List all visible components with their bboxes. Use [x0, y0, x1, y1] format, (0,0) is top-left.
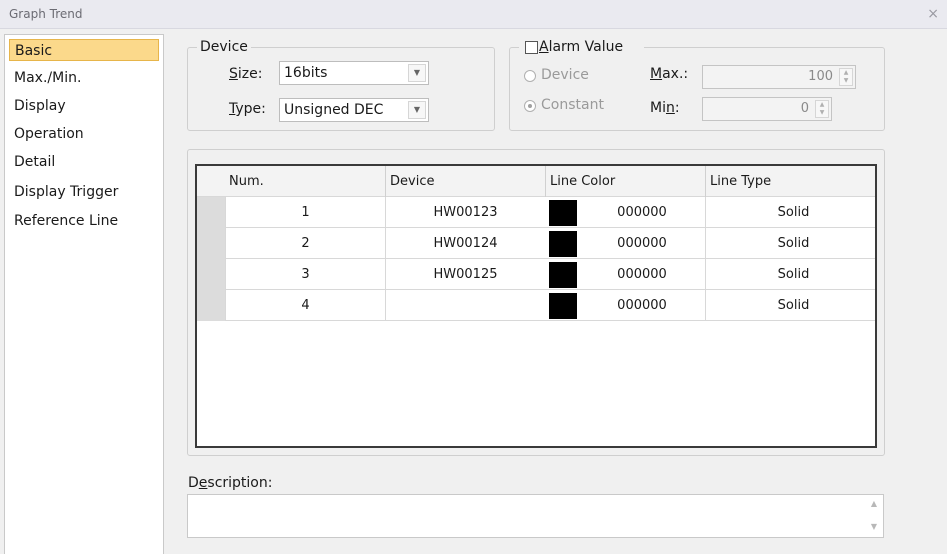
table-frame: Num. Device Line Color Line Type 1 HW001…	[187, 149, 885, 456]
cell-device: HW00125	[385, 259, 545, 290]
sidebar-item-max-min[interactable]: Max./Min.	[9, 67, 159, 89]
sidebar-item-detail[interactable]: Detail	[9, 151, 159, 173]
sidebar-item-operation[interactable]: Operation	[9, 123, 159, 145]
cell-line-type: Solid	[705, 290, 873, 321]
device-radio[interactable]	[524, 70, 536, 82]
row-header[interactable]	[197, 290, 225, 321]
sidebar-item-basic[interactable]: Basic	[9, 39, 159, 61]
table-row[interactable]: 4 000000 Solid	[197, 290, 875, 321]
constant-radio[interactable]	[524, 100, 536, 112]
type-label: Type:	[229, 101, 266, 117]
alarm-group: Alarm Value Device Constant Max.: 100 ▲ ▼…	[509, 39, 885, 131]
cell-line-color: 000000	[617, 267, 667, 282]
table-header: Num. Device Line Color Line Type	[197, 166, 875, 197]
cell-device	[385, 290, 545, 321]
title-bar: Graph Trend ×	[0, 0, 947, 29]
cell-line-color: 000000	[617, 298, 667, 313]
cell-num: 4	[225, 290, 385, 321]
device-group: Device Size: 16bits ▼ Type: Unsigned DEC…	[187, 39, 495, 131]
window-title: Graph Trend	[9, 7, 83, 21]
type-value: Unsigned DEC	[284, 102, 384, 118]
cell-line-color: 000000	[617, 205, 667, 220]
cell-device: HW00123	[385, 197, 545, 228]
cell-device: HW00124	[385, 228, 545, 259]
col-line-color[interactable]: Line Color	[545, 166, 705, 197]
cell-line-type: Solid	[705, 228, 873, 259]
min-spinbox[interactable]: 0 ▲ ▼	[702, 97, 832, 121]
col-line-type[interactable]: Line Type	[705, 166, 873, 197]
max-label: Max.:	[650, 66, 689, 82]
sidebar-item-display[interactable]: Display	[9, 95, 159, 117]
description-label: Description:	[188, 475, 273, 491]
device-legend: Device	[197, 39, 251, 55]
spin-arrows-icon[interactable]: ▲ ▼	[815, 100, 829, 118]
device-radio-label: Device	[541, 67, 589, 83]
min-label: Min:	[650, 100, 680, 116]
scroll-down-icon[interactable]: ▼	[871, 522, 877, 531]
close-icon[interactable]: ×	[927, 6, 939, 22]
size-combo[interactable]: 16bits ▼	[279, 61, 429, 85]
cell-line-type: Solid	[705, 259, 873, 290]
size-value: 16bits	[284, 65, 328, 81]
scroll-up-icon[interactable]: ▲	[871, 499, 877, 508]
table-row[interactable]: 3 HW00125 000000 Solid	[197, 259, 875, 290]
col-device[interactable]: Device	[385, 166, 545, 197]
constant-radio-label: Constant	[541, 97, 604, 113]
type-combo[interactable]: Unsigned DEC ▼	[279, 98, 429, 122]
cell-num: 1	[225, 197, 385, 228]
chevron-down-icon[interactable]: ▼	[408, 101, 426, 119]
sidebar-item-display-trigger[interactable]: Display Trigger	[9, 181, 159, 203]
sidebar-item-reference-line[interactable]: Reference Line	[9, 210, 159, 232]
chevron-down-icon[interactable]: ▼	[408, 64, 426, 82]
max-value: 100	[808, 69, 833, 84]
col-num[interactable]: Num.	[225, 166, 385, 197]
table-row[interactable]: 2 HW00124 000000 Solid	[197, 228, 875, 259]
description-field[interactable]: ▲ ▼	[187, 494, 884, 538]
cell-line-color: 000000	[617, 236, 667, 251]
size-label: Size:	[229, 66, 263, 82]
cell-num: 2	[225, 228, 385, 259]
table-row[interactable]: 1 HW00123 000000 Solid	[197, 197, 875, 228]
line-table: Num. Device Line Color Line Type 1 HW001…	[195, 164, 877, 448]
min-value: 0	[800, 101, 809, 116]
cell-num: 3	[225, 259, 385, 290]
row-header[interactable]	[197, 259, 225, 290]
max-spinbox[interactable]: 100 ▲ ▼	[702, 65, 856, 89]
alarm-checkbox[interactable]	[525, 41, 538, 54]
sidebar: Basic Max./Min. Display Operation Detail…	[4, 34, 164, 554]
cell-line-type: Solid	[705, 197, 873, 228]
spin-arrows-icon[interactable]: ▲ ▼	[839, 68, 853, 86]
row-header[interactable]	[197, 228, 225, 259]
row-header[interactable]	[197, 197, 225, 228]
